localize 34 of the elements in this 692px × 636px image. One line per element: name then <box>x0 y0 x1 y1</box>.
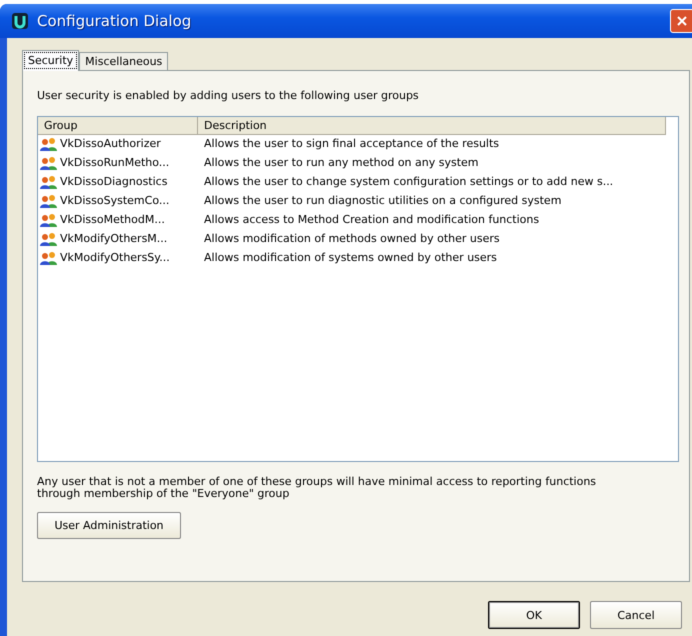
group-description: Allows the user to run any method on any system <box>203 156 480 169</box>
group-description: Allows modification of methods owned by other users <box>203 232 501 245</box>
dialog-button[interactable]: OK <box>488 601 580 629</box>
group-description: Allows the user to sign final acceptance of the results <box>203 137 500 150</box>
column-header[interactable]: Description <box>198 117 666 135</box>
tab[interactable]: Miscellaneous <box>79 52 168 70</box>
app-icon <box>11 12 29 30</box>
group-name[interactable]: VkDissoDiagnostics <box>60 175 168 188</box>
user-administration-button[interactable]: User Administration <box>37 512 181 539</box>
group-name[interactable]: VkDissoAuthorizer <box>60 137 161 150</box>
dialog-button[interactable]: Cancel <box>590 601 682 629</box>
group-name[interactable]: VkModifyOthersSy... <box>60 251 170 264</box>
group-name[interactable]: VkDissoSystemCo... <box>60 194 170 207</box>
tab[interactable]: Security <box>22 50 80 71</box>
users-icon <box>40 194 58 208</box>
group-description: Allows the user to run diagnostic utilities on a configured system <box>203 194 562 207</box>
users-icon <box>40 212 58 226</box>
users-icon <box>40 174 58 188</box>
window-title: Configuration Dialog <box>37 12 192 30</box>
users-icon <box>40 232 58 246</box>
group-description: Allows the user to change system configuration settings or to add new s... <box>203 175 614 188</box>
users-icon <box>40 250 58 264</box>
users-icon <box>40 156 58 170</box>
group-name[interactable]: VkModifyOthersM... <box>60 232 168 245</box>
column-header[interactable]: Group <box>38 117 198 135</box>
group-name[interactable]: VkDissoRunMetho... <box>60 156 170 169</box>
note-text: Any user that is not a member of one of these groups will have minimal access to reporting functions through membership of the "Everyone" group <box>37 476 597 500</box>
close-icon <box>676 15 688 27</box>
intro-text: User security is enabled by adding users to the following user groups <box>37 89 420 102</box>
users-icon <box>40 136 58 150</box>
group-description: Allows access to Method Creation and modification functions <box>203 213 540 226</box>
group-name[interactable]: VkDissoMethodM... <box>60 213 165 226</box>
close-button[interactable] <box>670 9 692 33</box>
group-description: Allows modification of systems owned by other users <box>203 251 498 264</box>
